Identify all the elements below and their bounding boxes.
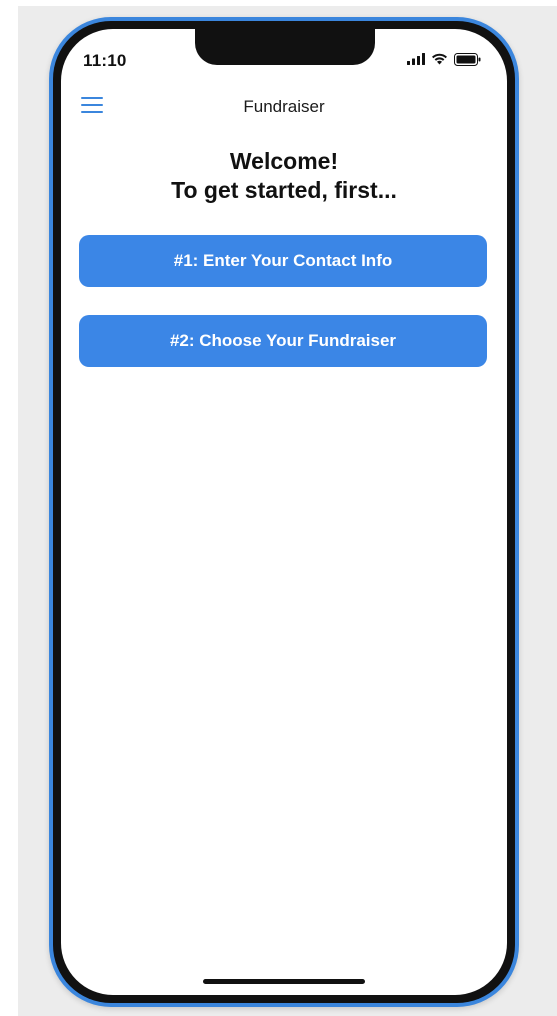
status-icons <box>407 51 481 67</box>
wifi-icon <box>432 53 447 65</box>
choose-fundraiser-button[interactable]: #2: Choose Your Fundraiser <box>79 315 487 367</box>
signal-icon <box>407 53 425 65</box>
page-background: 11:10 Fundraiser Welcome! To get started… <box>0 0 557 1016</box>
welcome-heading-line2: To get started, first... <box>171 177 397 203</box>
enter-contact-info-button[interactable]: #1: Enter Your Contact Info <box>79 235 487 287</box>
battery-icon <box>454 52 481 66</box>
navigation-bar: Fundraiser <box>61 89 507 129</box>
nav-title: Fundraiser <box>243 97 325 116</box>
home-indicator[interactable] <box>203 979 365 984</box>
welcome-heading: Welcome! To get started, first... <box>61 147 507 205</box>
phone-notch <box>195 29 375 65</box>
welcome-heading-line1: Welcome! <box>229 148 339 174</box>
phone-screen: 11:10 Fundraiser Welcome! To get started… <box>61 29 507 995</box>
status-time: 11:10 <box>83 51 127 70</box>
